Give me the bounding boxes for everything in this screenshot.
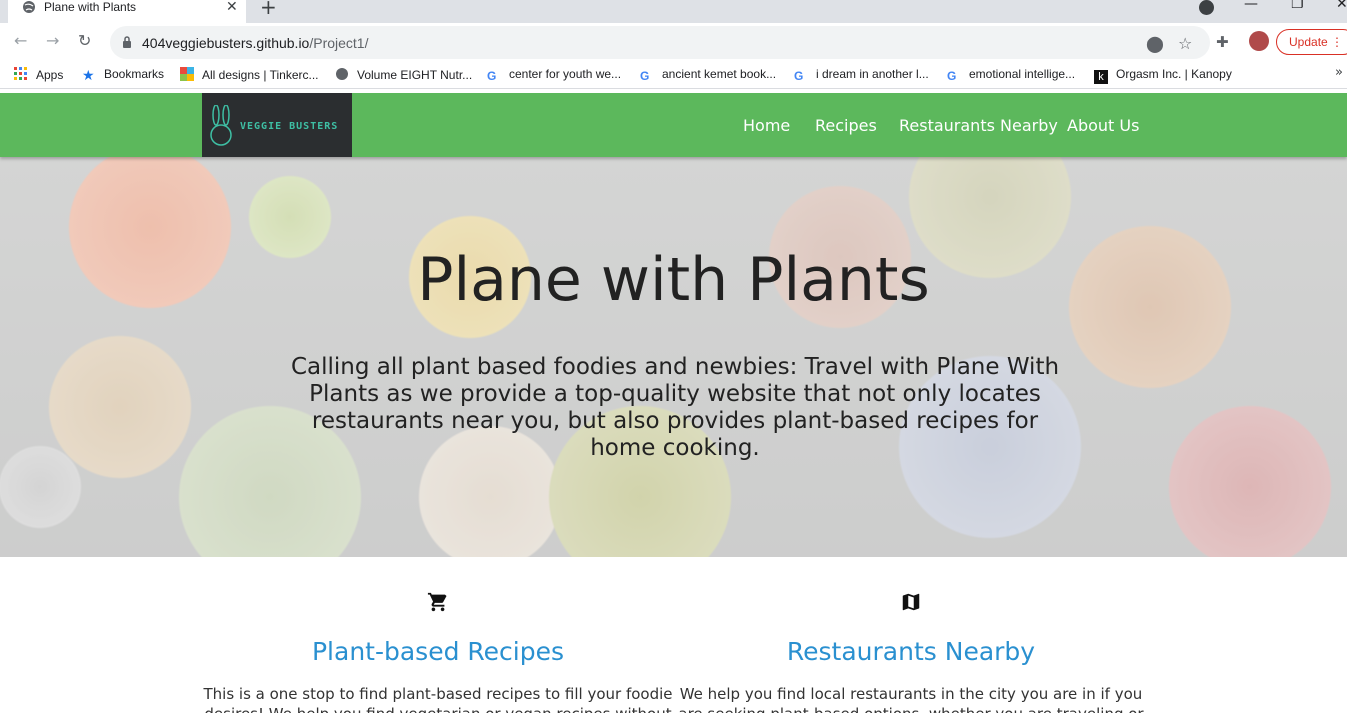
feature-recipes: Plant-based Recipes This is a one stop t… <box>198 591 678 713</box>
browser-tab[interactable]: Plane with Plants ✕ <box>8 0 246 23</box>
bookmark-ancient-kemet[interactable]: Gancient kemet book... <box>640 67 776 83</box>
bookmark-volume-eight[interactable]: Volume EIGHT Nutr... <box>335 67 472 82</box>
globe-icon <box>336 68 348 80</box>
nav-recipes[interactable]: Recipes <box>815 116 877 135</box>
nav-home[interactable]: Home <box>743 116 790 135</box>
bookmark-kanopy[interactable]: k Orgasm Inc. | Kanopy <box>1094 67 1232 84</box>
globe-icon <box>23 1 35 13</box>
bookmark-label: Bookmarks <box>104 67 165 81</box>
minimize-icon[interactable]: — <box>1244 0 1258 12</box>
new-tab-plus-icon[interactable]: + <box>260 0 277 17</box>
bookmark-bookmarks[interactable]: ★ Bookmarks <box>82 67 164 82</box>
bunny-logo-icon <box>210 105 232 146</box>
google-icon: G <box>487 69 497 83</box>
bookmarks-overflow-icon[interactable]: » <box>1335 65 1343 80</box>
nav-about-us[interactable]: About Us <box>1067 116 1139 135</box>
hero-banner: Plane with Plants Calling all plant base… <box>0 157 1347 557</box>
map-icon <box>902 593 920 611</box>
bookmark-label: Apps <box>36 68 64 82</box>
star-icon: ★ <box>82 67 95 83</box>
site-navbar: VEGGIE BUSTERS Home Recipes Restaurants … <box>0 93 1347 157</box>
tinkercad-icon <box>180 67 194 81</box>
apps-grid-icon <box>14 67 27 80</box>
url-text: 404veggiebusters.github.io/Project1/ <box>142 35 368 51</box>
profile-avatar[interactable] <box>1249 31 1269 51</box>
feature-recipes-title[interactable]: Plant-based Recipes <box>198 637 678 666</box>
web-page: VEGGIE BUSTERS Home Recipes Restaurants … <box>0 93 1347 713</box>
close-window-icon[interactable]: ✕ <box>1336 0 1347 12</box>
kanopy-icon: k <box>1094 70 1108 84</box>
bookmark-label: Orgasm Inc. | Kanopy <box>1116 67 1232 81</box>
google-icon: G <box>947 69 957 83</box>
forward-arrow-icon[interactable]: → <box>46 33 59 49</box>
url-domain: 404veggiebusters.github.io <box>142 35 310 51</box>
address-bar[interactable]: 404veggiebusters.github.io/Project1/ ⬤ ☆ <box>110 26 1210 59</box>
tab-title: Plane with Plants <box>44 0 137 14</box>
reload-icon[interactable]: ↻ <box>78 33 91 49</box>
hero-title: Plane with Plants <box>417 245 930 315</box>
tab-close-icon[interactable]: ✕ <box>226 0 238 14</box>
bookmark-apps[interactable]: Apps <box>14 67 63 82</box>
bookmark-emotional[interactable]: Gemotional intellige... <box>947 67 1075 83</box>
bookmarks-bar: Apps ★ Bookmarks All designs | Tinkerc...… <box>0 61 1347 89</box>
logo-text: VEGGIE BUSTERS <box>240 121 339 132</box>
bookmark-center-youth[interactable]: Gcenter for youth we... <box>487 67 621 83</box>
tab-search-icon[interactable] <box>1199 0 1214 15</box>
update-label: Update <box>1289 35 1328 49</box>
back-arrow-icon[interactable]: ← <box>14 33 27 49</box>
nav-restaurants-nearby[interactable]: Restaurants Nearby <box>899 116 1058 135</box>
bookmark-label: i dream in another l... <box>816 67 929 81</box>
feature-restaurants-title[interactable]: Restaurants Nearby <box>671 637 1151 666</box>
tab-strip: Plane with Plants ✕ + — ❐ ✕ <box>0 0 1347 23</box>
feature-restaurants-text: We help you find local restaurants in th… <box>678 685 1143 713</box>
feature-restaurants: Restaurants Nearby We help you find loca… <box>671 591 1151 713</box>
hero-description: Calling all plant based foodies and newb… <box>290 354 1060 461</box>
update-button[interactable]: Update ⋮ <box>1276 29 1347 55</box>
google-icon: G <box>640 69 650 83</box>
google-icon: G <box>794 69 804 83</box>
location-pin-icon[interactable]: ⬤ <box>1146 34 1164 53</box>
browser-toolbar: ← → ↻ 404veggiebusters.github.io/Project… <box>0 23 1347 61</box>
extensions-puzzle-icon[interactable]: ✚ <box>1216 33 1229 51</box>
bookmark-label: emotional intellige... <box>969 67 1076 81</box>
bookmark-label: Volume EIGHT Nutr... <box>357 68 473 82</box>
bookmark-label: ancient kemet book... <box>662 67 777 81</box>
restore-icon[interactable]: ❐ <box>1291 0 1304 12</box>
lock-icon <box>123 36 131 48</box>
feature-recipes-text: This is a one stop to find plant-based r… <box>203 685 673 713</box>
bookmark-tinkercad[interactable]: All designs | Tinkerc... <box>180 67 319 82</box>
shopping-cart-icon <box>427 592 447 612</box>
bookmark-star-icon[interactable]: ☆ <box>1178 34 1192 53</box>
bookmark-label: center for youth we... <box>509 67 622 81</box>
site-logo[interactable]: VEGGIE BUSTERS <box>202 93 352 157</box>
bookmark-label: All designs | Tinkerc... <box>202 68 319 82</box>
bookmark-i-dream[interactable]: Gi dream in another l... <box>794 67 929 83</box>
url-path: /Project1/ <box>309 35 369 51</box>
